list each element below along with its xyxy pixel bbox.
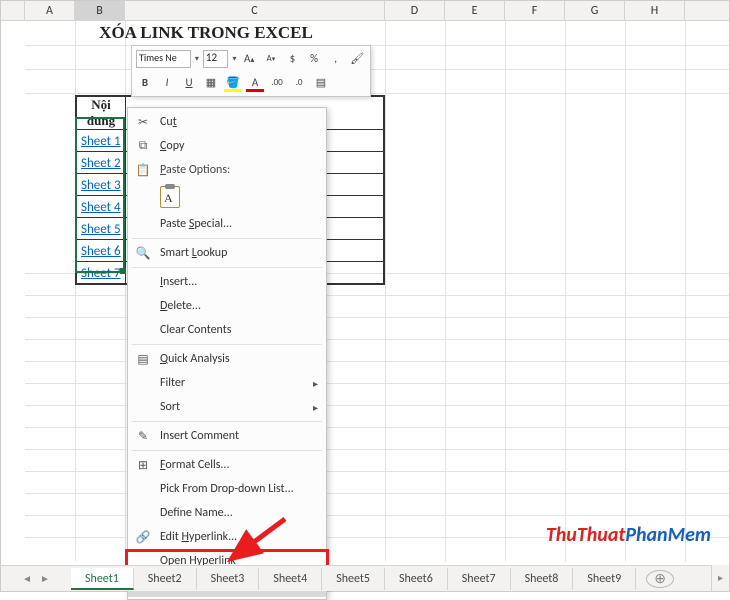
menu-define-name[interactable]: Define Name...	[128, 501, 326, 525]
menu-sort[interactable]: Sort	[128, 395, 326, 419]
increase-font-icon[interactable]: A▴	[240, 50, 258, 68]
menu-insert[interactable]: Insert...	[128, 270, 326, 294]
context-menu: ✂Cut⧉Copy📋Paste Options: A Paste Special..…	[127, 107, 327, 600]
link-sheet4: Sheet 4	[81, 200, 121, 215]
sheet-tab-sheet8[interactable]: Sheet8	[511, 568, 574, 590]
col-header-A[interactable]: A	[25, 1, 75, 20]
font-name-combo[interactable]: Times Ne	[136, 50, 191, 68]
menu-smart-lookup[interactable]: 🔍Smart Lookup	[128, 241, 326, 265]
col-header-G[interactable]: G	[565, 1, 625, 20]
menu-edit-hyperlink[interactable]: 🔗Edit Hyperlink...	[128, 525, 326, 549]
link-sheet6: Sheet 6	[81, 244, 121, 259]
new-sheet-button[interactable]: ⊕	[646, 570, 674, 588]
menu-copy[interactable]: ⧉Copy	[128, 134, 326, 158]
accounting-format-icon[interactable]: $	[284, 50, 302, 68]
copy-icon: ⧉	[134, 139, 152, 153]
link-sheet2: Sheet 2	[81, 156, 121, 171]
mini-toolbar: Times Ne▾ 12▾ A▴ A▾ $ % , 🖌 B I U ▦ 🪣 A …	[131, 45, 371, 97]
comma-format-icon[interactable]: ,	[327, 50, 345, 68]
menu-quick-analysis[interactable]: ▤Quick Analysis	[128, 347, 326, 371]
increase-decimal-icon[interactable]: .00	[268, 74, 286, 92]
smart-lookup-icon: 🔍	[134, 246, 152, 261]
menu-clear-contents[interactable]: Clear Contents	[128, 318, 326, 342]
font-color-icon[interactable]: A	[246, 74, 264, 92]
quick-analysis-icon: ▤	[134, 352, 152, 367]
menu-insert-comment[interactable]: ✎Insert Comment	[128, 424, 326, 448]
borders-icon[interactable]: ▦	[202, 74, 220, 92]
col-header-B[interactable]: B	[75, 1, 125, 20]
sheet-tab-sheet7[interactable]: Sheet7	[448, 568, 511, 590]
sheet-title: XÓA LINK TRONG EXCEL	[79, 23, 333, 43]
menu-paste-options: 📋Paste Options:	[128, 158, 326, 182]
paste-values-icon[interactable]: A	[160, 186, 180, 208]
menu-delete[interactable]: Delete...	[128, 294, 326, 318]
select-all-corner[interactable]	[1, 1, 25, 20]
menu-paste-values[interactable]: A	[128, 182, 326, 212]
menu-format-cells[interactable]: ⊞Format Cells...	[128, 453, 326, 477]
sheet-tab-sheet9[interactable]: Sheet9	[573, 568, 636, 590]
font-size-combo[interactable]: 12	[203, 50, 229, 68]
format-cells-icon: ⊞	[134, 458, 152, 473]
menu-cut[interactable]: ✂Cut	[128, 110, 326, 134]
merge-center-icon[interactable]: ▤	[312, 74, 330, 92]
fill-color-icon[interactable]: 🪣	[224, 74, 242, 92]
link-sheet3: Sheet 3	[81, 178, 121, 193]
underline-button[interactable]: U	[180, 74, 198, 92]
link-sheet5: Sheet 5	[81, 222, 121, 237]
col-header-C[interactable]: C	[125, 1, 385, 20]
link-sheet1: Sheet 1	[81, 134, 121, 149]
th-noidung: Nội dung	[77, 97, 126, 130]
sheet-tab-bar: ◄► Sheet1Sheet2Sheet3Sheet4Sheet5Sheet6S…	[1, 565, 729, 591]
col-header-D[interactable]: D	[385, 1, 445, 20]
paste-options-icon: 📋	[134, 163, 152, 178]
format-painter-icon[interactable]: 🖌	[348, 50, 366, 68]
menu-filter[interactable]: Filter	[128, 371, 326, 395]
decrease-font-icon[interactable]: A▾	[262, 50, 280, 68]
col-header-F[interactable]: F	[505, 1, 565, 20]
col-header-E[interactable]: E	[445, 1, 505, 20]
decrease-decimal-icon[interactable]: .0	[290, 74, 308, 92]
sheet-tab-sheet1[interactable]: Sheet1	[71, 568, 134, 590]
watermark: ThuThuatPhanMem	[546, 523, 711, 547]
percent-format-icon[interactable]: %	[305, 50, 323, 68]
sheet-tab-sheet5[interactable]: Sheet5	[322, 568, 385, 590]
italic-button[interactable]: I	[158, 74, 176, 92]
sheet-tab-sheet2[interactable]: Sheet2	[134, 568, 197, 590]
bold-button[interactable]: B	[136, 74, 154, 92]
menu-pick-dropdown[interactable]: Pick From Drop-down List...	[128, 477, 326, 501]
menu-paste-special[interactable]: Paste Special...	[128, 212, 326, 236]
tab-nav[interactable]: ◄►	[1, 572, 71, 585]
cut-icon: ✂	[134, 115, 152, 130]
link-sheet7: Sheet 7	[81, 266, 121, 281]
insert-comment-icon: ✎	[134, 429, 152, 444]
sheet-tab-sheet3[interactable]: Sheet3	[197, 568, 260, 590]
column-headers: A B C D E F G H	[1, 1, 729, 21]
sheet-tab-sheet4[interactable]: Sheet4	[259, 568, 322, 590]
col-header-H[interactable]: H	[625, 1, 685, 20]
sheet-tab-sheet6[interactable]: Sheet6	[385, 568, 448, 590]
edit-hyperlink-icon: 🔗	[134, 530, 152, 545]
tab-scroll-right[interactable]: ▸	[711, 565, 729, 591]
